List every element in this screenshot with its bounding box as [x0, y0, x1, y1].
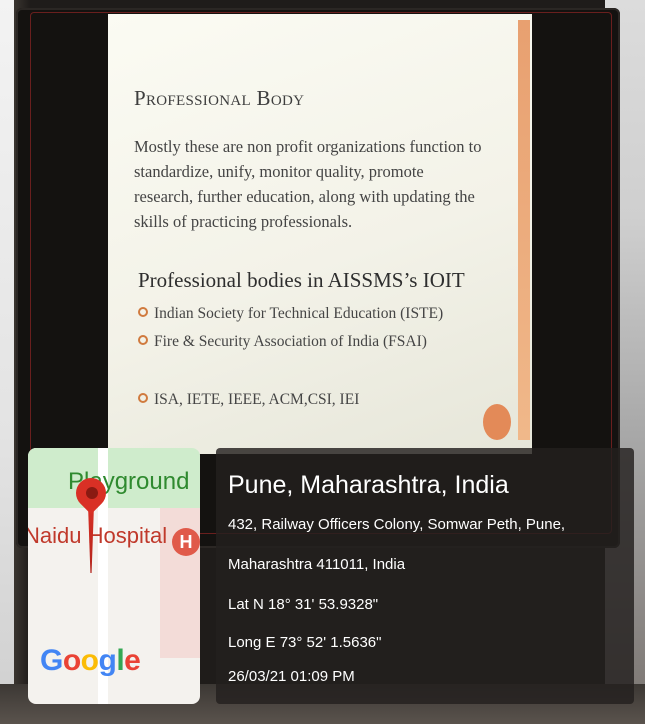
hospital-icon: H: [172, 528, 200, 556]
longitude: Long E 73° 52' 1.5636": [228, 634, 382, 651]
map-thumbnail: Playground Naidu Hospital Google: [28, 448, 200, 704]
location-pin-center: [86, 487, 98, 499]
wall-left: [0, 0, 14, 724]
slide-paragraph: Mostly these are non profit organization…: [134, 137, 482, 231]
location-city: Pune, Maharashtra, India: [228, 471, 509, 499]
map-label-hospital: Naidu Hospital: [28, 523, 168, 548]
bullet-item: Indian Society for Technical Education (…: [138, 305, 443, 323]
slide-decor-circle: [483, 404, 511, 440]
latitude: Lat N 18° 31' 53.9328": [228, 596, 379, 613]
slide-accent-bar: [518, 20, 530, 440]
bullet-icon: [138, 335, 148, 346]
slide-subheading: Professional bodies in AISSMS’s IOIT: [138, 268, 465, 292]
google-logo: Google: [40, 644, 141, 677]
bullet-icon: [138, 307, 148, 318]
bullet-icon: [138, 393, 148, 404]
timestamp: 26/03/21 01:09 PM: [228, 668, 355, 685]
bullet-item: ISA, IETE, IEEE, ACM,CSI, IEI: [138, 391, 359, 409]
slide-screen: [108, 14, 532, 454]
address-line-2: Maharashtra 411011, India: [228, 556, 406, 573]
address-line-1: 432, Railway Officers Colony, Somwar Pet…: [228, 516, 566, 533]
bullet-item: Fire & Security Association of India (FS…: [138, 333, 427, 351]
slide-heading: Professional Body: [134, 86, 305, 110]
